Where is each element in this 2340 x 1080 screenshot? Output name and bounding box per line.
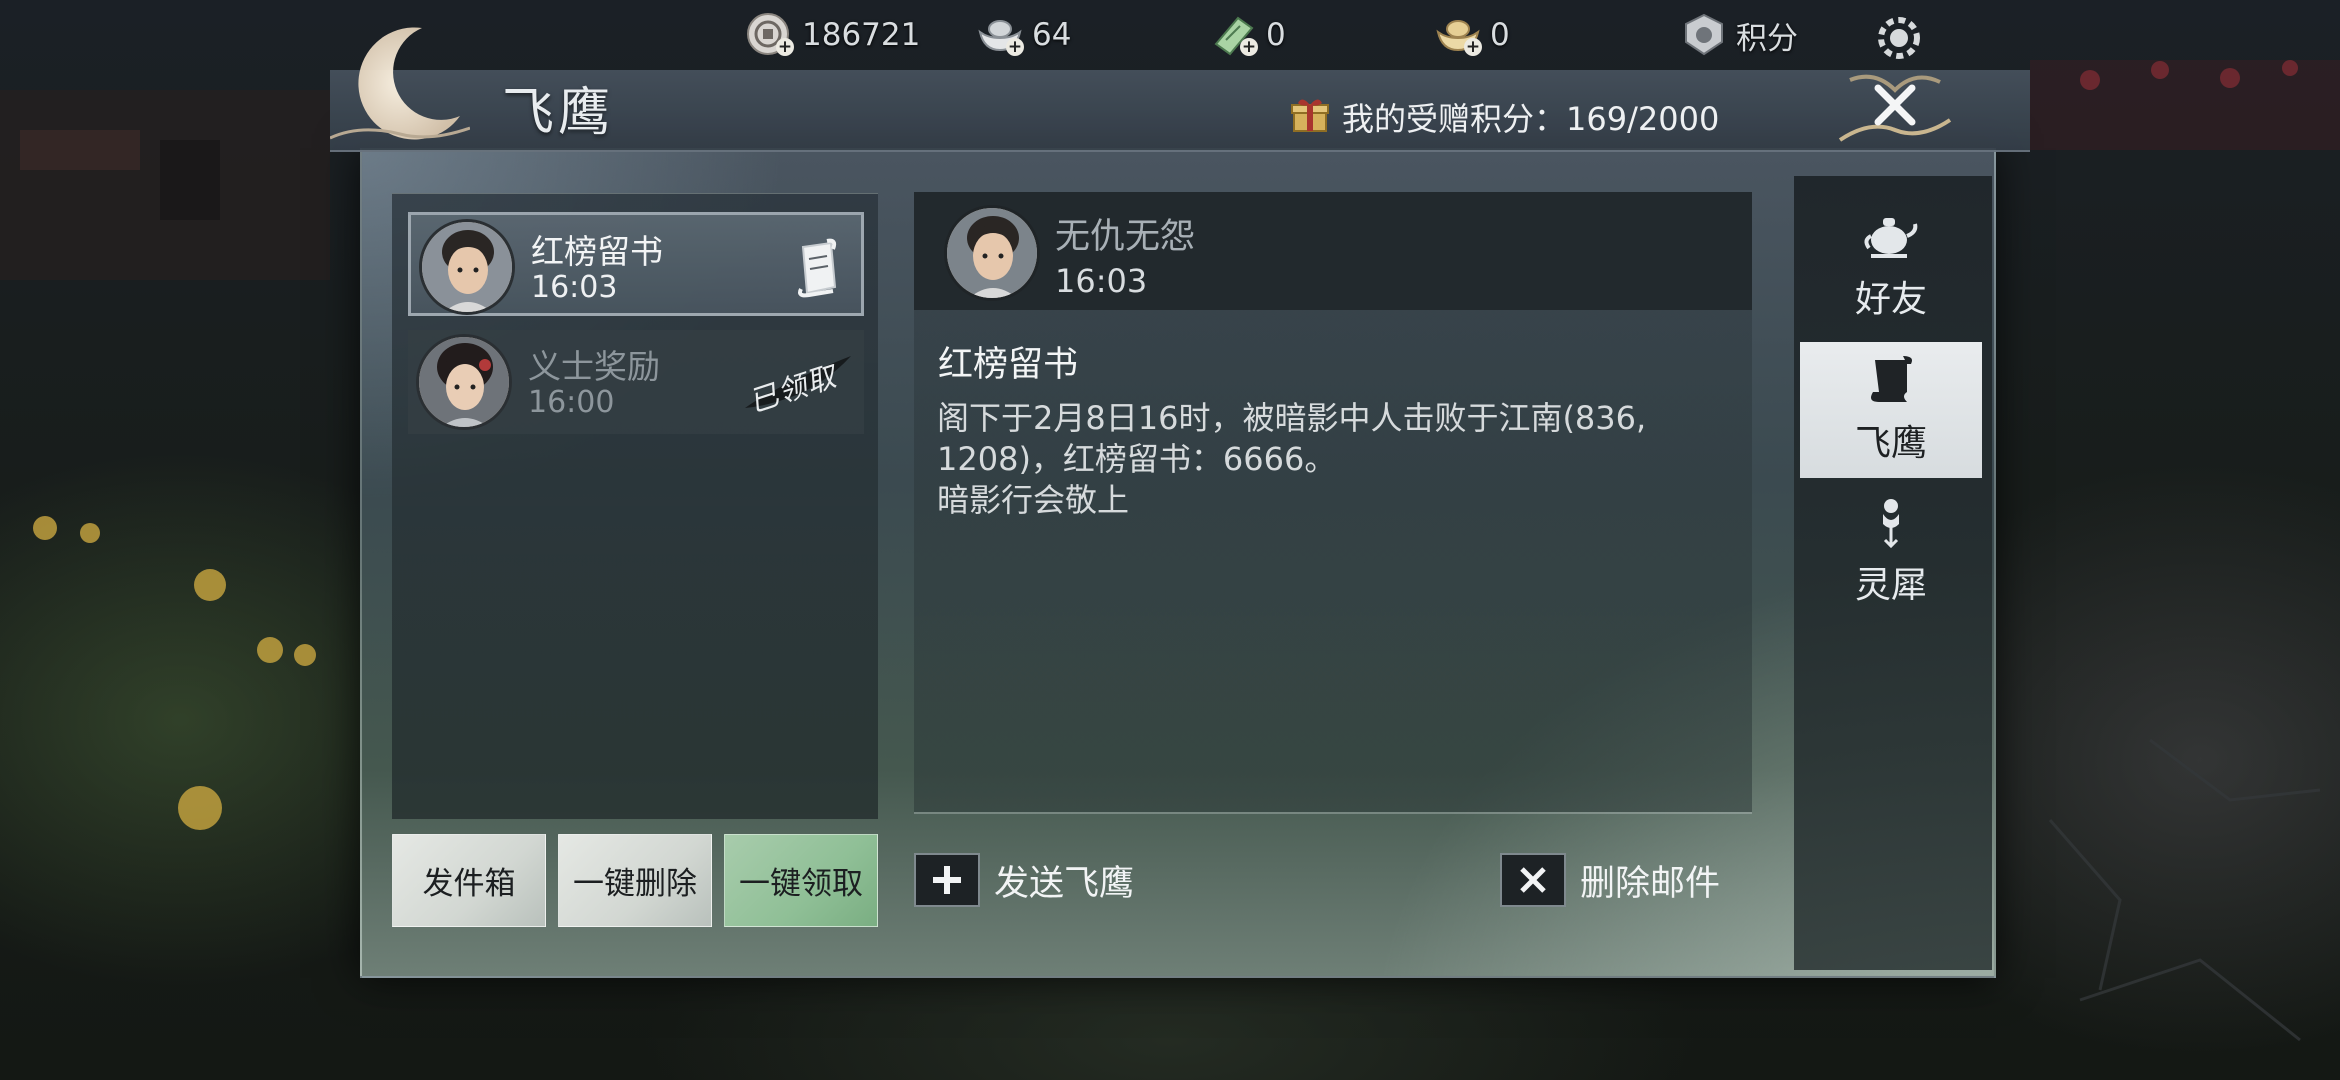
mail-sender-title: 红榜留书 [531,232,663,271]
tab-friends-label: 好友 [1854,279,1927,320]
mail-subject: 红榜留书 [938,345,1079,385]
coin-value: 186721 [802,17,921,53]
mail-body: 阁下于2月8日16时，被暗影中人击败于江南(836, 1208)，红榜留书：66… [937,398,1727,521]
scroll-icon [1863,354,1919,406]
send-mail-button[interactable]: 发送飞鹰 [914,850,1134,910]
outbox-button[interactable]: 发件箱 [392,834,546,927]
mail-sender-title: 义士奖励 [528,347,660,386]
gear-icon [1866,10,1936,60]
gold-ingot-value: 0 [1490,17,1510,53]
mail-sent-time: 16:03 [1055,262,1148,300]
gift-icon [1290,95,1330,139]
teapot-icon [1863,210,1919,262]
page-title: 飞鹰 [502,83,615,143]
mail-list: 红榜留书 16:03 义士奖励 16:00 已领取 [392,193,878,819]
jade-ticket-value: 0 [1266,17,1286,53]
points-badge-icon [1678,10,1730,60]
tab-flying-eagle-label: 飞鹰 [1854,423,1927,464]
mail-time: 16:00 [528,385,615,420]
close-icon [1838,74,1952,142]
delete-all-button[interactable]: 一键删除 [558,834,712,927]
tab-flying-eagle[interactable]: 飞鹰 [1800,342,1982,478]
jade-ticket-icon: + [1208,10,1260,60]
mail-sender-name: 无仇无怨 [1055,217,1196,257]
gold-ingot-icon: + [1432,10,1484,60]
claimed-stamp: 已领取 [739,350,854,420]
send-mail-label: 发送飞鹰 [994,863,1135,904]
jade-ticket-currency[interactable]: + 0 [1208,10,1286,60]
coin-icon: + [744,10,796,60]
mail-list-item[interactable]: 红榜留书 16:03 [408,212,864,316]
mail-time: 16:03 [531,270,618,305]
silver-ingot-icon: + [974,10,1026,60]
avatar [416,334,512,430]
delete-mail-label: 删除邮件 [1580,863,1721,904]
silver-ingot-value: 64 [1032,17,1072,53]
tab-lingxi[interactable]: 灵犀 [1800,484,1982,620]
mail-list-item[interactable]: 义士奖励 16:00 已领取 [408,330,864,434]
gift-points-label: 我的受赠积分：169/2000 [1342,100,1720,138]
plus-icon [914,853,980,907]
charm-icon [1863,496,1919,549]
close-button[interactable] [1830,60,1960,160]
gold-ingot-currency[interactable]: + 0 [1432,10,1510,60]
claim-all-button[interactable]: 一键领取 [724,834,878,927]
tab-lingxi-label: 灵犀 [1854,565,1927,606]
points-currency[interactable]: 积分 [1678,10,1798,60]
tab-friends[interactable]: 好友 [1800,198,1982,334]
avatar [944,205,1040,301]
scroll-icon [793,237,843,299]
silver-ingot-currency[interactable]: + 64 [974,10,1071,60]
mail-body-line: 1208)，红榜留书：6666。 [937,440,1337,478]
avatar [419,219,515,315]
settings-button[interactable] [1866,10,1936,60]
gift-points-display: 我的受赠积分：169/2000 [1290,94,1719,140]
mail-body-line: 暗影行会敬上 [937,481,1130,519]
delete-mail-button[interactable]: 删除邮件 [1500,850,1720,910]
divider [914,812,1752,814]
mail-body-line: 阁下于2月8日16时，被暗影中人击败于江南(836, [937,399,1647,437]
points-label: 积分 [1736,20,1798,57]
close-icon [1500,853,1566,907]
crescent-moon-icon [330,27,470,140]
coin-currency[interactable]: + 186721 [744,10,920,60]
